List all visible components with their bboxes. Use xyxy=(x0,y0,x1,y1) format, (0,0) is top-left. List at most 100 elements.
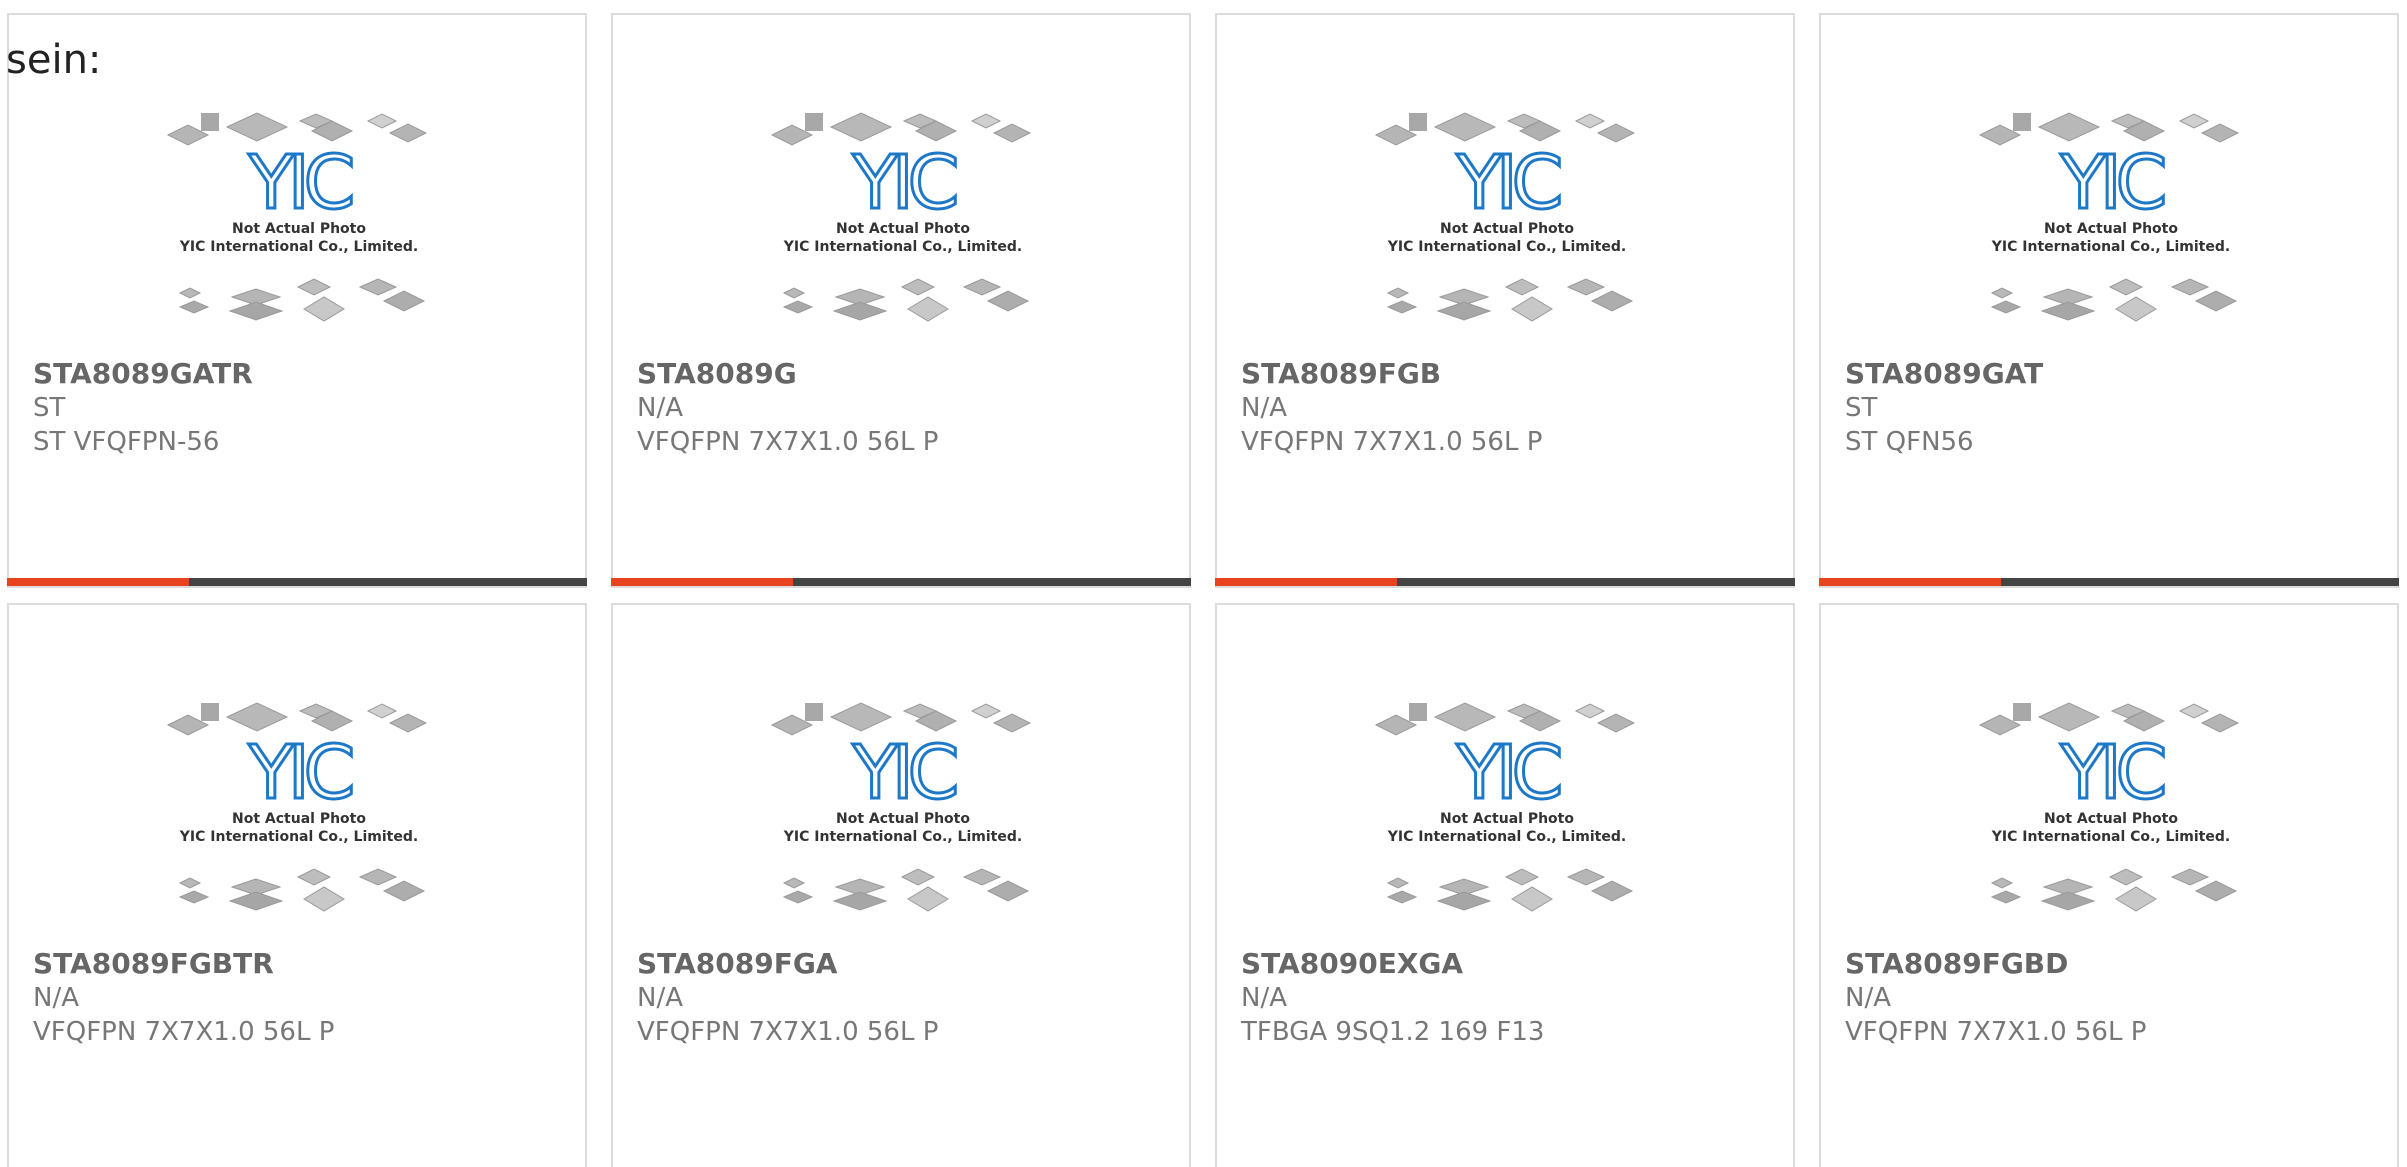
chip-icon xyxy=(782,877,806,889)
chip-icon xyxy=(992,123,1032,143)
chip-icon xyxy=(1433,702,1497,732)
card-accent-bar xyxy=(7,578,189,586)
product-card[interactable]: YIC Not Actual Photo YIC International Co.… xyxy=(7,603,587,1167)
chip-icon xyxy=(1409,703,1427,721)
image-caption-line2: YIC International Co., Limited. xyxy=(783,239,1022,255)
product-manufacturer: N/A xyxy=(637,983,683,1013)
chip-icon xyxy=(782,890,814,904)
chip-icon xyxy=(2170,868,2210,886)
chip-icon xyxy=(1386,300,1418,314)
chip-icon xyxy=(829,112,893,142)
page: sein: YIC Not Actual Photo YIC Internation… xyxy=(0,0,2407,1167)
placeholder-image: YICNot Actual Photo YIC International Co.… xyxy=(166,112,428,322)
product-manufacturer: N/A xyxy=(637,393,683,423)
chip-icon xyxy=(2040,301,2096,321)
product-package: TFBGA 9SQ1.2 169 F13 xyxy=(1241,1017,1545,1047)
chip-icon xyxy=(388,713,428,733)
card-accent-bar xyxy=(1819,578,2001,586)
chip-icon xyxy=(2037,112,2101,142)
chip-icon xyxy=(1409,113,1427,131)
chip-icon xyxy=(2178,113,2210,129)
product-part-number-link[interactable]: STA8090EXGA xyxy=(1241,947,1783,981)
product-package: ST QFN56 xyxy=(1845,427,1974,457)
image-caption-line2: YIC International Co., Limited. xyxy=(1991,239,2230,255)
placeholder-image: YICNot Actual Photo YIC International Co.… xyxy=(770,702,1032,912)
chip-icon xyxy=(2178,703,2210,719)
product-card[interactable]: YIC Not Actual Photo YIC International Co.… xyxy=(1819,603,2399,1167)
chip-icon xyxy=(201,113,219,131)
chip-icon xyxy=(225,112,289,142)
product-card[interactable]: YIC Not Actual Photo YIC International Co.… xyxy=(1215,13,1795,588)
yic-logo: YIC xyxy=(248,140,352,226)
chip-icon xyxy=(2108,278,2144,296)
image-caption-line1: Not Actual Photo xyxy=(2044,221,2178,237)
chip-icon xyxy=(782,300,814,314)
product-thumbnail[interactable]: YIC Not Actual Photo YIC International Co.… xyxy=(1976,695,2246,935)
product-card[interactable]: YIC Not Actual Photo YIC International Co.… xyxy=(611,603,1191,1167)
chip-icon xyxy=(2115,296,2157,322)
product-part-number-link[interactable]: STA8089FGBD xyxy=(1845,947,2387,981)
product-part-number-link[interactable]: STA8089GAT xyxy=(1845,357,2387,391)
placeholder-image: YICNot Actual Photo YIC International Co.… xyxy=(1978,112,2240,322)
chip-icon xyxy=(1574,703,1606,719)
image-caption-line2: YIC International Co., Limited. xyxy=(179,829,418,845)
product-package: VFQFPN 7X7X1.0 56L P xyxy=(1845,1017,2147,1047)
product-part-number-link[interactable]: STA8089G xyxy=(637,357,1179,391)
placeholder-image: YICNot Actual Photo YIC International Co.… xyxy=(166,702,428,912)
chip-icon xyxy=(970,703,1002,719)
image-caption-line1: Not Actual Photo xyxy=(1440,221,1574,237)
chip-icon xyxy=(2040,891,2096,911)
product-card[interactable]: YIC Not Actual Photo YIC International Co.… xyxy=(1215,603,1795,1167)
product-info: STA8089FGA N/A VFQFPN 7X7X1.0 56L P xyxy=(637,947,1179,1049)
product-info: STA8089FGBTR N/A VFQFPN 7X7X1.0 56L P xyxy=(33,947,575,1049)
chip-icon xyxy=(805,703,823,721)
chip-icon xyxy=(992,713,1032,733)
product-part-number-link[interactable]: STA8089FGB xyxy=(1241,357,1783,391)
yic-logo: YIC xyxy=(248,730,352,816)
chip-icon xyxy=(178,300,210,314)
chip-icon xyxy=(1504,278,1540,296)
chip-icon xyxy=(1386,287,1410,299)
product-part-number-link[interactable]: STA8089FGBTR xyxy=(33,947,575,981)
product-card[interactable]: YIC Not Actual Photo YIC International Co.… xyxy=(1819,13,2399,588)
product-card[interactable]: YIC Not Actual Photo YIC International Co.… xyxy=(7,13,587,588)
card-bottom-bar xyxy=(1819,578,2399,586)
product-info: STA8089FGBD N/A VFQFPN 7X7X1.0 56L P xyxy=(1845,947,2387,1049)
product-part-number-link[interactable]: STA8089GATR xyxy=(33,357,575,391)
chip-icon xyxy=(225,702,289,732)
product-part-number-link[interactable]: STA8089FGA xyxy=(637,947,1179,981)
product-package: ST VFQFPN-56 xyxy=(33,427,220,457)
chip-icon xyxy=(986,290,1030,312)
product-thumbnail[interactable]: YIC Not Actual Photo YIC International Co.… xyxy=(164,105,434,345)
product-thumbnail[interactable]: YIC Not Actual Photo YIC International Co.… xyxy=(164,695,434,935)
chip-icon xyxy=(1574,113,1606,129)
card-bottom-bar xyxy=(611,578,1191,586)
product-card[interactable]: YIC Not Actual Photo YIC International Co.… xyxy=(611,13,1191,588)
product-package: VFQFPN 7X7X1.0 56L P xyxy=(33,1017,335,1047)
chip-icon xyxy=(303,296,345,322)
chip-icon xyxy=(296,278,332,296)
chip-icon xyxy=(1990,877,2014,889)
image-caption-line2: YIC International Co., Limited. xyxy=(179,239,418,255)
product-grid: YIC Not Actual Photo YIC International Co.… xyxy=(7,13,2399,1167)
product-thumbnail[interactable]: YIC Not Actual Photo YIC International Co.… xyxy=(1372,695,1642,935)
image-caption-line1: Not Actual Photo xyxy=(232,221,366,237)
card-accent-bar xyxy=(611,578,793,586)
product-thumbnail[interactable]: YIC Not Actual Photo YIC International Co.… xyxy=(1372,105,1642,345)
product-manufacturer: ST xyxy=(1845,393,1878,423)
product-thumbnail[interactable]: YIC Not Actual Photo YIC International Co.… xyxy=(768,105,1038,345)
chip-icon xyxy=(228,301,284,321)
product-manufacturer: N/A xyxy=(1241,983,1287,1013)
card-bottom-bar xyxy=(1215,578,1795,586)
placeholder-image: YICNot Actual Photo YIC International Co.… xyxy=(1374,112,1636,322)
card-accent-bar xyxy=(1215,578,1397,586)
product-info: STA8089FGB N/A VFQFPN 7X7X1.0 56L P xyxy=(1241,357,1783,459)
chip-icon xyxy=(366,113,398,129)
image-caption-line2: YIC International Co., Limited. xyxy=(1387,829,1626,845)
product-info: STA8089GATR ST ST VFQFPN-56 xyxy=(33,357,575,459)
product-thumbnail[interactable]: YIC Not Actual Photo YIC International Co.… xyxy=(1976,105,2246,345)
chip-icon xyxy=(805,113,823,131)
product-thumbnail[interactable]: YIC Not Actual Photo YIC International Co.… xyxy=(768,695,1038,935)
yic-logo: YIC xyxy=(2060,140,2164,226)
chip-icon xyxy=(2115,886,2157,912)
